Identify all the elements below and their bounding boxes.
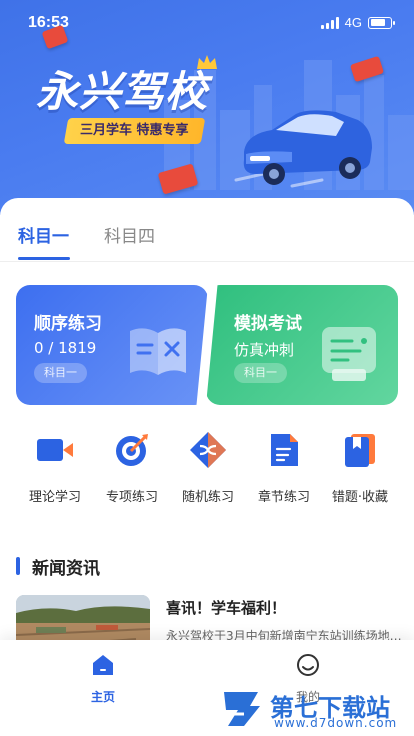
func-label: 错题·收藏 — [331, 490, 389, 505]
target-icon — [112, 430, 152, 470]
book-icon — [130, 328, 186, 375]
card-title: 模拟考试 — [234, 314, 302, 334]
nav-home[interactable]: 主页 — [73, 652, 133, 705]
mock-exam-card[interactable]: 模拟考试 仿真冲刺 科目一 — [206, 285, 398, 405]
user-icon — [297, 654, 319, 676]
watermark-url: www.d7down.com — [274, 716, 398, 730]
func-label: 章节练习 — [257, 490, 310, 505]
chapter-practice-button[interactable]: 章节练习 — [242, 430, 326, 505]
section-accent-bar — [16, 557, 20, 575]
func-label: 理论学习 — [28, 490, 81, 505]
crown-icon — [197, 55, 217, 69]
special-practice-button[interactable]: 专项练习 — [90, 430, 174, 505]
card-title: 顺序练习 — [34, 314, 102, 334]
nav-label: 主页 — [90, 690, 115, 704]
theory-study-button[interactable]: 理论学习 — [13, 430, 97, 505]
mistakes-favorites-button[interactable]: 错题·收藏 — [318, 430, 402, 505]
random-practice-button[interactable]: 随机练习 — [166, 430, 250, 505]
network-type: 4G — [344, 15, 362, 30]
tab-subject-4[interactable]: 科目四 — [104, 222, 155, 247]
subject-tag: 科目一 — [234, 363, 287, 383]
promo-slogan: 三月学车 特惠专享 — [63, 118, 205, 144]
brand-title: 永兴驾校 — [36, 67, 209, 116]
sequence-practice-card[interactable]: 顺序练习 0 / 1819 科目一 — [16, 285, 208, 405]
bookmark-book-icon — [340, 430, 380, 470]
function-shortcuts: 理论学习 专项练习 随机练习 章节练习 错题·收藏 — [0, 430, 414, 510]
subject-tag: 科目一 — [34, 363, 87, 383]
shuffle-icon — [188, 430, 228, 470]
news-section-header: 新闻资讯 — [16, 556, 100, 579]
video-camera-icon — [35, 430, 75, 470]
tab-subject-1[interactable]: 科目一 — [18, 222, 69, 247]
promo-banner[interactable]: 16:53 4G 永兴驾校 三月学车 特惠专享 — [0, 0, 414, 215]
exam-board-icon — [322, 327, 376, 381]
news-section-title: 新闻资讯 — [32, 558, 100, 579]
document-icon — [264, 430, 304, 470]
active-tab-indicator — [18, 257, 70, 260]
site-watermark: 第七下载站 www.d7down.com — [220, 680, 414, 736]
signal-icon — [320, 16, 339, 29]
news-headline: 喜讯！学车福利！ — [166, 599, 287, 617]
status-indicators: 4G — [320, 15, 395, 30]
card-subtitle: 仿真冲刺 — [234, 341, 295, 359]
practice-progress: 0 / 1819 — [34, 339, 97, 357]
subject-tabs: 科目一 科目四 — [0, 198, 414, 262]
battery-icon — [368, 16, 395, 29]
car-illustration — [234, 110, 372, 188]
watermark-logo-icon — [224, 692, 260, 726]
home-icon — [93, 655, 113, 675]
func-label: 随机练习 — [181, 490, 234, 505]
func-label: 专项练习 — [105, 490, 158, 505]
